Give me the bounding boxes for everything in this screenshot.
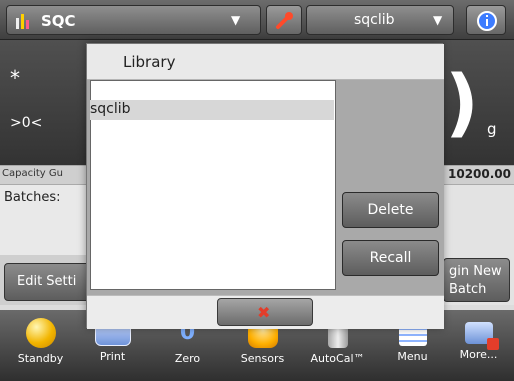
library-dialog: Library sqclib Delete Recall ✖: [86, 43, 444, 329]
app-title: SQC: [41, 12, 76, 30]
info-icon: [477, 11, 497, 31]
more-icon: [464, 322, 499, 350]
edit-settings-label: Edit Setti: [17, 274, 77, 289]
recall-label: Recall: [369, 250, 412, 266]
capacity-label: Capacity Gu: [2, 168, 63, 179]
standby-button[interactable]: Standby: [8, 312, 73, 378]
print-label: Print: [99, 350, 126, 363]
recall-button[interactable]: Recall: [342, 240, 439, 276]
weight-digit-fragment: ): [445, 60, 479, 146]
list-item[interactable]: sqclib: [90, 100, 334, 120]
standby-icon: [25, 318, 56, 348]
list-item-label: sqclib: [90, 101, 131, 117]
begin-batch-label-line2: Batch: [449, 282, 487, 297]
chevron-down-icon: ▼: [231, 13, 241, 27]
begin-batch-label-line1: gin New: [449, 264, 502, 279]
standby-label: Standby: [17, 352, 64, 365]
library-selector[interactable]: sqclib ▼: [306, 5, 454, 35]
stability-asterisk: *: [10, 66, 20, 90]
menu-label: Menu: [397, 350, 428, 363]
capacity-value: 10200.00: [448, 167, 512, 181]
begin-batch-button[interactable]: gin New Batch: [443, 258, 510, 302]
library-selected-value: sqclib: [354, 12, 395, 28]
delete-label: Delete: [367, 202, 414, 218]
close-icon: ✖: [257, 303, 271, 322]
dialog-title: Library: [123, 53, 176, 71]
autocal-label: AutoCal™: [310, 352, 365, 365]
zero-label: Zero: [174, 352, 201, 365]
more-button[interactable]: More...: [446, 312, 511, 378]
application-selector[interactable]: SQC ▼: [6, 5, 261, 35]
sensors-label: Sensors: [240, 352, 285, 365]
app-chart-icon: [15, 12, 33, 30]
wrench-icon: [275, 12, 295, 30]
more-label: More...: [459, 348, 498, 361]
cancel-button[interactable]: ✖: [217, 298, 313, 326]
zero-indicator: >0<: [10, 115, 43, 131]
info-button[interactable]: [466, 5, 506, 35]
edit-settings-button[interactable]: Edit Setti: [4, 263, 99, 301]
batches-label: Batches:: [4, 190, 61, 205]
wrench-button[interactable]: [266, 5, 302, 35]
weight-unit: g: [487, 120, 497, 138]
delete-button[interactable]: Delete: [342, 192, 439, 228]
chevron-down-icon: ▼: [433, 13, 443, 27]
